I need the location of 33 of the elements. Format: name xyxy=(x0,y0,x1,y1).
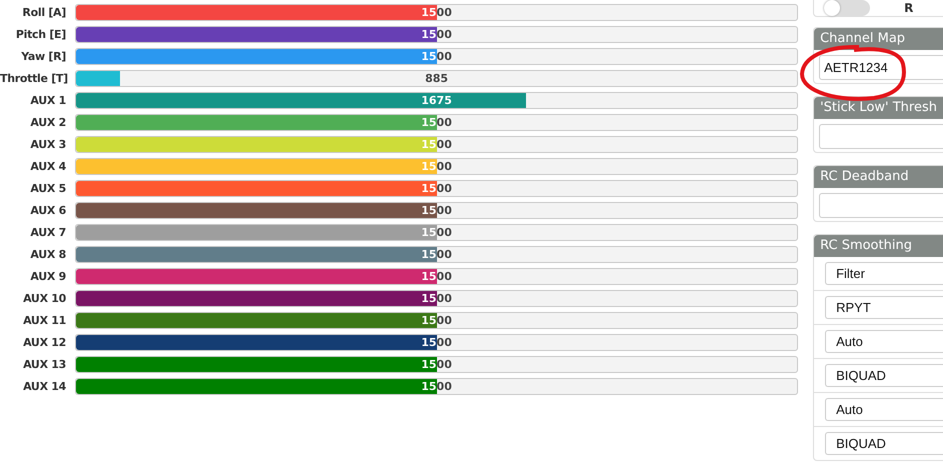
channel-label: AUX 2 xyxy=(29,116,67,129)
channel-label: AUX 4 xyxy=(29,160,67,173)
dropdown[interactable]: BIQUAD xyxy=(825,432,943,455)
panel-header: RC Deadband xyxy=(814,166,943,188)
channel-label: AUX 9 xyxy=(29,270,67,283)
input-field[interactable] xyxy=(819,124,943,149)
channel-label: Throttle [T] xyxy=(0,72,69,85)
input-field[interactable] xyxy=(819,193,943,218)
toggle-label: R xyxy=(904,1,914,15)
panel-header: 'Stick Low' Thresh xyxy=(814,97,943,119)
channel-label: AUX 13 xyxy=(22,358,67,371)
dropdown[interactable]: BIQUAD xyxy=(825,364,943,387)
dropdown[interactable]: Auto xyxy=(825,330,943,353)
channel-label: AUX 5 xyxy=(29,182,67,195)
channel-label: Yaw [R] xyxy=(20,50,67,63)
panel-header: Channel Map xyxy=(814,28,943,50)
dropdown[interactable]: Auto xyxy=(825,398,943,421)
channel-label: AUX 8 xyxy=(29,248,67,261)
channel-label: AUX 11 xyxy=(22,314,67,327)
panel-header: RC Smoothing xyxy=(814,235,943,257)
channel-label: Pitch [E] xyxy=(14,28,67,41)
channel-label: AUX 1 xyxy=(29,94,67,107)
channel-label: AUX 10 xyxy=(22,292,67,305)
toggle-switch[interactable] xyxy=(824,0,870,16)
dropdown[interactable]: Filter xyxy=(825,262,943,285)
channel-label: AUX 6 xyxy=(29,204,67,217)
channel-label: Roll [A] xyxy=(21,6,67,19)
channel-label: AUX 12 xyxy=(22,336,67,349)
channel-label: AUX 3 xyxy=(29,138,67,151)
dropdown[interactable]: RPYT xyxy=(825,296,943,319)
channel-label: AUX 7 xyxy=(29,226,67,239)
channel-label: AUX 14 xyxy=(22,380,67,393)
channel-map-field[interactable]: AETR1234 xyxy=(819,55,943,80)
